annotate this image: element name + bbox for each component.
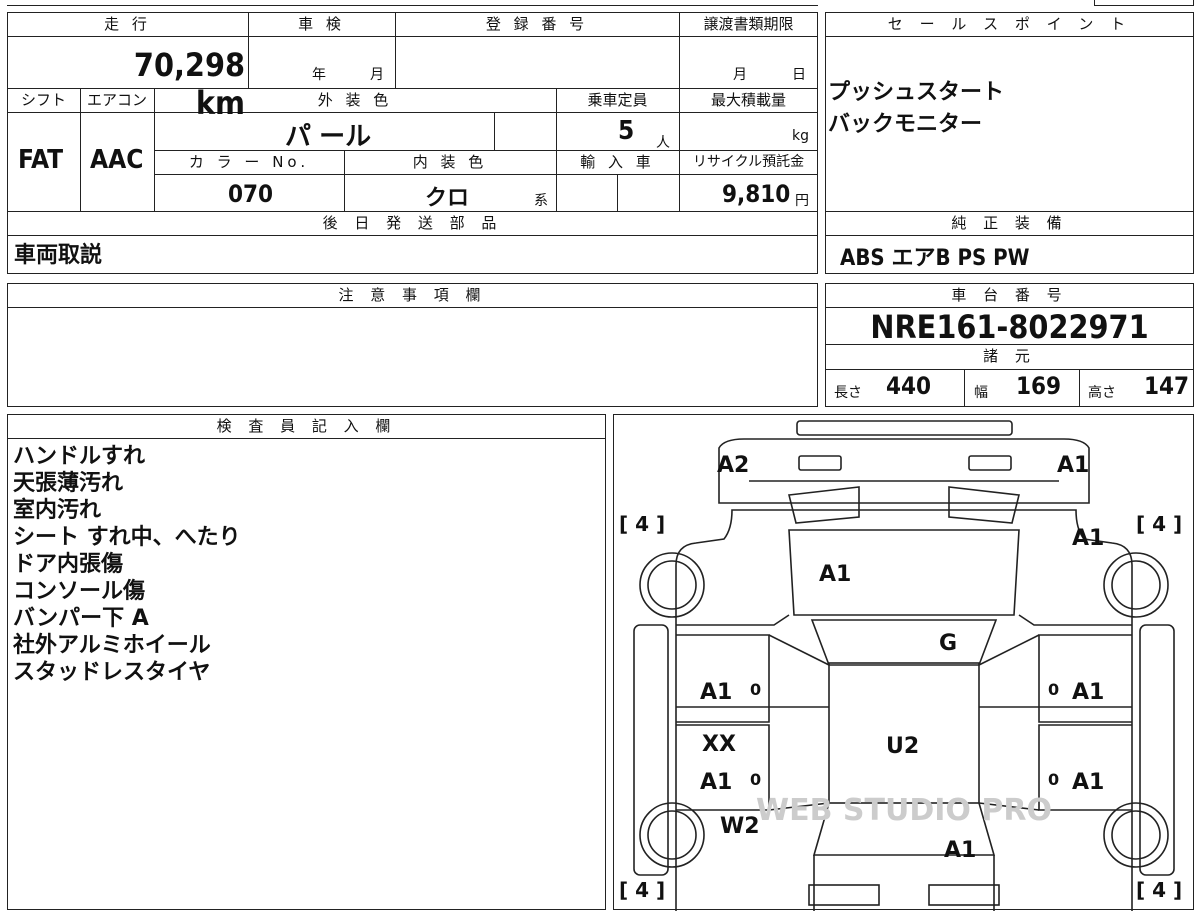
height-value: 147 bbox=[1144, 372, 1190, 400]
capacity-value: 5 bbox=[618, 116, 635, 146]
equipment-header: 純 正 装 備 bbox=[826, 212, 1193, 236]
equipment-box: 純 正 装 備 ABS エアB PS PW bbox=[825, 211, 1194, 274]
interior-unit: 系 bbox=[534, 193, 548, 209]
inspector-line: ハンドルすれ bbox=[13, 444, 146, 469]
capacity-unit: 人 bbox=[656, 135, 670, 151]
equipment-value: ABS エアB PS PW bbox=[840, 246, 1030, 271]
inspector-line: 室内汚れ bbox=[13, 498, 102, 523]
inspector-line: シート すれ中、へたり bbox=[13, 525, 241, 550]
specs-header: 諸 元 bbox=[826, 344, 1193, 370]
later-parts-box: 後 日 発 送 部 品 車両取説 bbox=[7, 211, 818, 274]
inspection-header: 車 検 bbox=[298, 15, 345, 33]
later-parts-header: 後 日 発 送 部 品 bbox=[8, 212, 817, 236]
zero-mark: 0 bbox=[1048, 680, 1059, 699]
inspector-line: スタッドレスタイヤ bbox=[13, 660, 211, 685]
notes-box: 注 意 事 項 欄 bbox=[7, 283, 818, 407]
car-diagram-box: WEB STUDIO PRO A2 A1 A1 A1 G A1 A1 XX A1… bbox=[613, 414, 1194, 911]
exterior-value: パ ール bbox=[285, 122, 372, 152]
transfer-day: 日 bbox=[792, 67, 806, 83]
width-label: 幅 bbox=[974, 385, 988, 401]
top-border-fragment bbox=[7, 0, 818, 6]
inspector-box: 検 査 員 記 入 欄 ハンドルすれ 天張薄汚れ 室内汚れ シート すれ中、へた… bbox=[7, 414, 606, 910]
mark-right-rear-door: A1 bbox=[1072, 770, 1104, 795]
mark-right-front-door: A1 bbox=[1072, 680, 1104, 705]
zero-mark: 0 bbox=[1048, 770, 1059, 789]
mark-roof: U2 bbox=[886, 734, 919, 759]
mark-right-fender: A1 bbox=[1072, 526, 1104, 551]
transfer-month: 月 bbox=[733, 67, 747, 83]
inspector-line: ドア内張傷 bbox=[13, 552, 124, 577]
recycle-value: 9,810 bbox=[722, 180, 791, 208]
shift-value: FAT bbox=[18, 145, 64, 175]
load-unit: kg bbox=[792, 128, 809, 144]
inspector-header: 検 査 員 記 入 欄 bbox=[8, 415, 605, 439]
shift-header: シフト bbox=[20, 91, 66, 109]
width-value: 169 bbox=[1016, 372, 1062, 400]
color-no-value: 070 bbox=[228, 180, 274, 208]
mark-front-right: A1 bbox=[1057, 453, 1089, 478]
mark-hood: A1 bbox=[819, 562, 851, 587]
registration-header: 登 録 番 号 bbox=[485, 15, 589, 33]
ac-header: エアコン bbox=[86, 91, 147, 109]
chassis-header: 車 台 番 号 bbox=[826, 284, 1193, 308]
mark-rear: A1 bbox=[944, 838, 976, 863]
sales-points-header: セ ー ル ス ポ イ ン ト bbox=[826, 13, 1193, 37]
import-header: 輸 入 車 bbox=[580, 153, 655, 171]
notes-header: 注 意 事 項 欄 bbox=[8, 284, 817, 308]
zero-mark: 0 bbox=[750, 680, 761, 699]
chassis-box: 車 台 番 号 NRE161-8022971 諸 元 長さ 440 幅 169 … bbox=[825, 283, 1194, 407]
sales-point-1: プッシュスタート bbox=[828, 80, 1005, 105]
interior-value: クロ bbox=[425, 186, 470, 211]
tire-label-front-left: [ 4 ] bbox=[619, 512, 665, 536]
capacity-header: 乗車定員 bbox=[587, 91, 648, 109]
inspector-line: コンソール傷 bbox=[13, 579, 146, 604]
sales-point-2: バックモニター bbox=[828, 112, 983, 137]
top-border-fragment-right bbox=[1094, 0, 1194, 6]
tire-label-front-right: [ 4 ] bbox=[1136, 512, 1182, 536]
recycle-unit: 円 bbox=[795, 193, 809, 209]
mark-windshield: G bbox=[939, 631, 957, 656]
mileage-header: 走 行 bbox=[104, 15, 151, 33]
sales-points-box: セ ー ル ス ポ イ ン ト プッシュスタート バックモニター bbox=[825, 12, 1194, 212]
mark-left-rear-door-2: A1 bbox=[700, 770, 732, 795]
tire-label-rear-left: [ 4 ] bbox=[619, 878, 665, 902]
ac-value: AAC bbox=[90, 145, 144, 175]
color-no-header: カ ラ ー No. bbox=[188, 153, 310, 171]
inspection-month: 月 bbox=[370, 67, 384, 83]
tire-label-rear-right: [ 4 ] bbox=[1136, 878, 1182, 902]
mark-left-front-door: A1 bbox=[700, 680, 732, 705]
recycle-header: リサイクル預託金 bbox=[692, 154, 805, 170]
inspector-line: 天張薄汚れ bbox=[13, 471, 124, 496]
watermark: WEB STUDIO PRO bbox=[756, 793, 1052, 828]
length-value: 440 bbox=[886, 372, 932, 400]
exterior-header: 外 装 色 bbox=[317, 91, 393, 109]
interior-header: 内 装 色 bbox=[412, 153, 488, 171]
car-diagram: WEB STUDIO PRO A2 A1 A1 A1 G A1 A1 XX A1… bbox=[619, 420, 1182, 911]
mark-front-left: A2 bbox=[717, 453, 749, 478]
transfer-header: 譲渡書類期限 bbox=[703, 15, 794, 33]
mark-left-rear-wheel: W2 bbox=[720, 814, 760, 839]
later-parts-value: 車両取説 bbox=[14, 243, 103, 268]
height-label: 高さ bbox=[1088, 385, 1116, 401]
length-label: 長さ bbox=[834, 385, 862, 401]
chassis-number: NRE161-8022971 bbox=[870, 308, 1149, 346]
inspector-line: 社外アルミホイール bbox=[13, 633, 211, 658]
mark-left-rear-door-1: XX bbox=[702, 732, 736, 757]
zero-mark: 0 bbox=[750, 770, 761, 789]
inspection-year: 年 bbox=[312, 67, 326, 83]
inspector-line: バンパー下 A bbox=[13, 606, 149, 631]
load-header: 最大積載量 bbox=[710, 91, 786, 109]
